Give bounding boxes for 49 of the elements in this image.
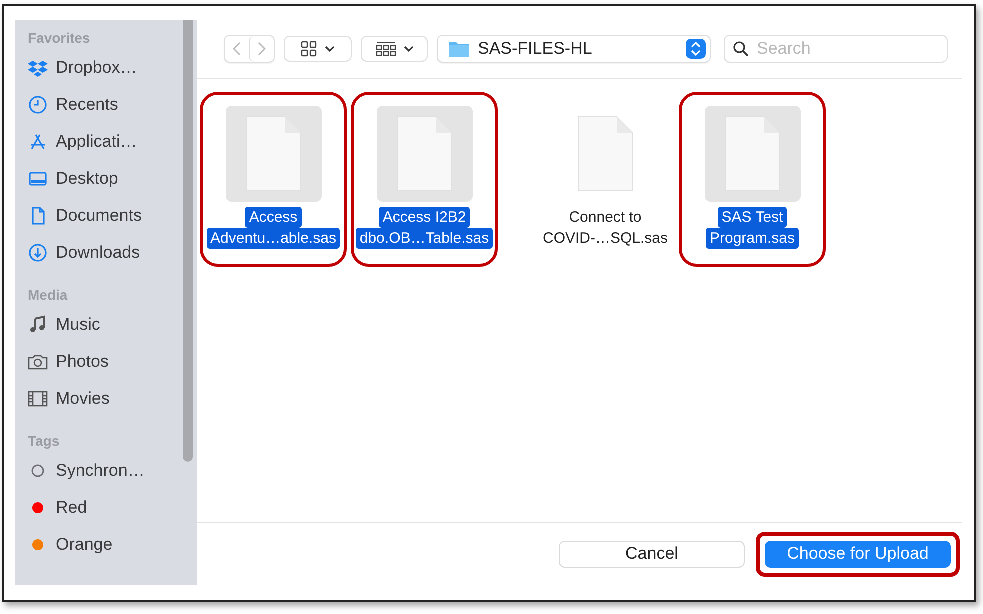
sidebar-item[interactable]: Desktop <box>28 160 118 197</box>
sidebar-item[interactable]: Red <box>28 489 88 526</box>
file-name[interactable]: Access <box>245 207 302 228</box>
group-button[interactable] <box>361 36 428 62</box>
view-mode-button[interactable] <box>284 36 352 62</box>
document-icon <box>576 115 634 193</box>
folder-icon <box>448 40 470 58</box>
file-name[interactable]: Access I2B2 <box>378 207 470 228</box>
sidebar-section-title: Media <box>28 287 68 305</box>
sidebar-item[interactable]: Documents <box>28 197 142 234</box>
music-note-icon <box>28 314 48 334</box>
sidebar-section-title: Favorites <box>28 30 90 48</box>
document-icon <box>244 115 302 193</box>
app-store-icon <box>28 132 48 152</box>
sidebar-section-title: Tags <box>28 433 60 451</box>
clock-icon <box>28 94 48 114</box>
stepper-icon <box>686 39 706 59</box>
document-icon <box>724 115 782 193</box>
sidebar-item[interactable]: Movies <box>28 380 110 417</box>
file-name[interactable]: COVID-…SQL.sas <box>538 228 672 249</box>
file-name[interactable]: Program.sas <box>706 228 800 249</box>
download-icon <box>28 242 48 262</box>
sidebar-item[interactable]: Recents <box>28 86 118 123</box>
sidebar-item[interactable]: Music <box>28 306 100 343</box>
location-popup[interactable]: SAS-FILES-HL <box>437 35 711 63</box>
sidebar-item[interactable]: Photos <box>28 343 109 380</box>
chevron-left-icon <box>233 42 241 56</box>
sidebar-item[interactable]: Synchron… <box>28 452 145 489</box>
document-icon <box>396 115 454 193</box>
choose-button[interactable]: Choose for Upload <box>765 540 951 568</box>
chevron-right-icon <box>258 42 266 56</box>
sidebar-item[interactable]: Downloads <box>28 234 140 271</box>
sidebar-item[interactable]: Orange <box>28 526 113 563</box>
cancel-button[interactable]: Cancel <box>559 540 745 568</box>
file-name[interactable]: dbo.OB…Table.sas <box>356 228 494 249</box>
sidebar-item[interactable]: Applicati… <box>28 123 138 160</box>
grid-icon <box>301 41 317 57</box>
caret-icon <box>404 46 414 52</box>
file-name[interactable]: Connect to <box>565 207 646 228</box>
search-field[interactable]: Search <box>724 35 948 63</box>
file-name[interactable]: Adventu…able.sas <box>206 228 340 249</box>
group-icon <box>376 41 396 57</box>
scroll-bar[interactable] <box>183 20 193 462</box>
film-icon <box>28 388 48 408</box>
caret-icon <box>325 46 335 52</box>
back-button[interactable] <box>225 36 249 62</box>
forward-button[interactable] <box>249 36 274 62</box>
file-name[interactable]: SAS Test <box>718 207 788 228</box>
sidebar-item[interactable]: Dropbox… <box>28 49 138 86</box>
